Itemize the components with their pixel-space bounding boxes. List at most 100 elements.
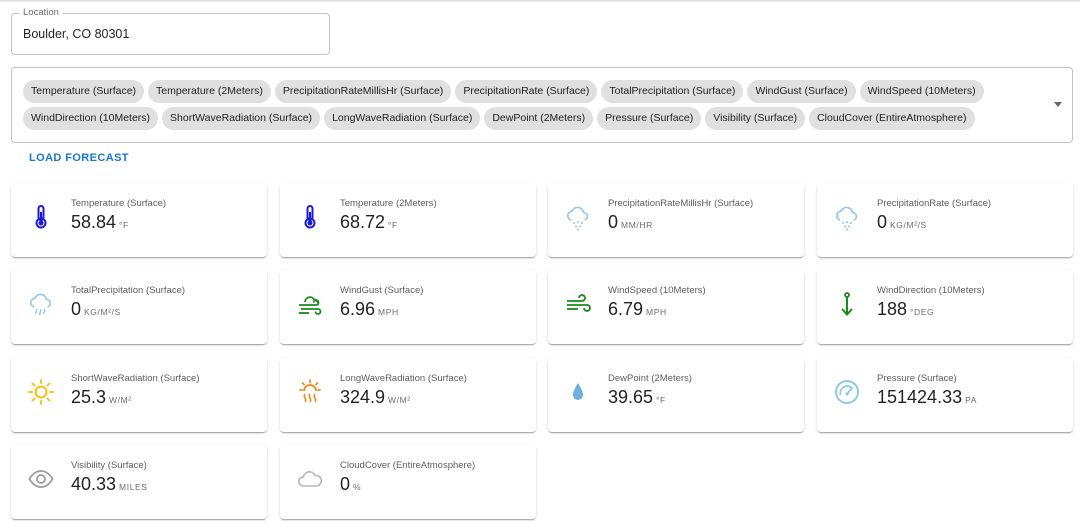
snow-cloud-icon xyxy=(833,203,861,231)
thermometer-icon xyxy=(27,203,55,231)
card-unit: °F xyxy=(656,395,666,405)
card-label: Temperature (Surface) xyxy=(71,198,167,209)
card-label: WindSpeed (10Meters) xyxy=(608,285,706,296)
card-label: TotalPrecipitation (Surface) xyxy=(71,285,186,296)
card-reading: 6.79 MPH xyxy=(608,299,667,320)
card-unit: W/M² xyxy=(109,395,132,405)
card-unit: MM/HR xyxy=(621,220,653,230)
variable-chip[interactable]: Temperature (Surface) xyxy=(23,80,145,103)
variable-chip[interactable]: TotalPrecipitation (Surface) xyxy=(601,80,744,103)
forecast-card: DewPoint (2Meters) 39.65 °F xyxy=(548,358,804,432)
card-label: Temperature (2Meters) xyxy=(340,198,437,209)
card-label: WindGust (Surface) xyxy=(340,285,424,296)
variable-chip[interactable]: LongWaveRadiation (Surface) xyxy=(324,107,481,130)
card-unit: °DEG xyxy=(910,307,935,317)
variable-chip[interactable]: DewPoint (2Meters) xyxy=(484,107,594,130)
card-reading: 25.3 W/M² xyxy=(71,387,132,408)
location-input[interactable] xyxy=(23,27,313,41)
card-reading: 0 KG/M²/S xyxy=(71,299,121,320)
card-label: PrecipitationRate (Surface) xyxy=(877,198,992,209)
card-reading: 68.72 °F xyxy=(340,212,398,233)
card-unit: MPH xyxy=(646,307,667,317)
wind-icon xyxy=(564,290,592,318)
variable-chip[interactable]: PrecipitationRateMillisHr (Surface) xyxy=(274,80,452,103)
card-value: 68.72 xyxy=(340,212,386,232)
gauge-icon xyxy=(833,378,861,406)
card-label: PrecipitationRateMillisHr (Surface) xyxy=(608,198,754,209)
sun-icon xyxy=(27,378,55,406)
card-unit: KG/M²/S xyxy=(890,220,927,230)
location-field[interactable]: Location xyxy=(11,7,330,55)
card-value: 6.96 xyxy=(340,299,376,319)
variable-chip[interactable]: WindSpeed (10Meters) xyxy=(859,80,984,103)
variable-chip[interactable]: PrecipitationRate (Surface) xyxy=(455,80,598,103)
card-label: Visibility (Surface) xyxy=(71,460,147,471)
thermometer-icon xyxy=(296,203,324,231)
card-value: 188 xyxy=(877,299,908,319)
card-reading: 188 °DEG xyxy=(877,299,934,320)
card-value: 39.65 xyxy=(608,387,654,407)
card-value: 151424.33 xyxy=(877,387,963,407)
droplet-icon xyxy=(564,378,592,406)
card-label: ShortWaveRadiation (Surface) xyxy=(71,373,200,384)
variable-chip[interactable]: CloudCover (EntireAtmosphere) xyxy=(809,107,975,130)
card-unit: W/M² xyxy=(388,395,411,405)
card-value: 324.9 xyxy=(340,387,386,407)
card-unit: °F xyxy=(119,220,129,230)
card-reading: 39.65 °F xyxy=(608,387,666,408)
rain-cloud-icon xyxy=(27,290,55,318)
card-unit: MPH xyxy=(378,307,399,317)
wind-cloud-icon xyxy=(296,290,324,318)
variable-chip[interactable]: WindDirection (10Meters) xyxy=(23,107,159,130)
card-reading: 324.9 W/M² xyxy=(340,387,411,408)
card-unit: MILES xyxy=(119,482,148,492)
card-value: 25.3 xyxy=(71,387,107,407)
variable-chip[interactable]: Visibility (Surface) xyxy=(705,107,806,130)
top-shadow xyxy=(0,0,1080,3)
card-value: 0 xyxy=(340,474,351,494)
card-label: CloudCover (EntireAtmosphere) xyxy=(340,460,476,471)
card-value: 0 xyxy=(877,212,888,232)
card-label: WindDirection (10Meters) xyxy=(877,285,985,296)
forecast-card: Temperature (2Meters) 68.72 °F xyxy=(280,183,536,257)
variable-chip[interactable]: WindGust (Surface) xyxy=(747,80,856,103)
forecast-card: WindGust (Surface) 6.96 MPH xyxy=(280,270,536,344)
forecast-card: WindSpeed (10Meters) 6.79 MPH xyxy=(548,270,804,344)
card-reading: 0% xyxy=(340,474,361,495)
card-label: DewPoint (2Meters) xyxy=(608,373,692,384)
card-reading: 40.33 MILES xyxy=(71,474,148,495)
card-unit: KG/M²/S xyxy=(84,307,121,317)
cloud-icon xyxy=(296,465,324,493)
card-label: Pressure (Surface) xyxy=(877,373,957,384)
dropdown-arrow-icon[interactable] xyxy=(1054,102,1062,107)
variable-chip[interactable]: Temperature (2Meters) xyxy=(148,80,271,103)
variable-chip[interactable]: ShortWaveRadiation (Surface) xyxy=(162,107,321,130)
direction-arrow-icon xyxy=(833,290,861,318)
card-unit: PA xyxy=(965,395,978,405)
forecast-card: LongWaveRadiation (Surface) 324.9 W/M² xyxy=(280,358,536,432)
card-reading: 0 MM/HR xyxy=(608,212,653,233)
variable-multiselect[interactable]: Temperature (Surface) Temperature (2Meter… xyxy=(11,67,1073,143)
card-reading: 151424.33 PA xyxy=(877,387,977,408)
forecast-card: PrecipitationRateMillisHr (Surface) 0 MM/H… xyxy=(548,183,804,257)
card-value: 0 xyxy=(608,212,619,232)
forecast-card: ShortWaveRadiation (Surface) 25.3 W/M² xyxy=(11,358,267,432)
card-reading: 0 KG/M²/S xyxy=(877,212,927,233)
forecast-card: Pressure (Surface) 151424.33 PA xyxy=(817,358,1073,432)
card-label: LongWaveRadiation (Surface) xyxy=(340,373,467,384)
snow-cloud-icon xyxy=(564,203,592,231)
card-reading: 58.84 °F xyxy=(71,212,129,233)
variable-chip[interactable]: Pressure (Surface) xyxy=(597,107,702,130)
card-value: 6.79 xyxy=(608,299,644,319)
forecast-card: TotalPrecipitation (Surface) 0 KG/M²/S xyxy=(11,270,267,344)
forecast-card: WindDirection (10Meters) 188 °DEG xyxy=(817,270,1073,344)
variable-chips: Temperature (Surface) Temperature (2Meter… xyxy=(23,80,1023,130)
forecast-card: Visibility (Surface) 40.33 MILES xyxy=(11,445,267,519)
card-value: 58.84 xyxy=(71,212,117,232)
load-forecast-button[interactable]: LOAD FORECAST xyxy=(21,148,137,168)
forecast-card: Temperature (Surface) 58.84 °F xyxy=(11,183,267,257)
card-value: 40.33 xyxy=(71,474,117,494)
forecast-card: PrecipitationRate (Surface) 0 KG/M²/S xyxy=(817,183,1073,257)
card-value: 0 xyxy=(71,299,82,319)
eye-icon xyxy=(27,465,55,493)
